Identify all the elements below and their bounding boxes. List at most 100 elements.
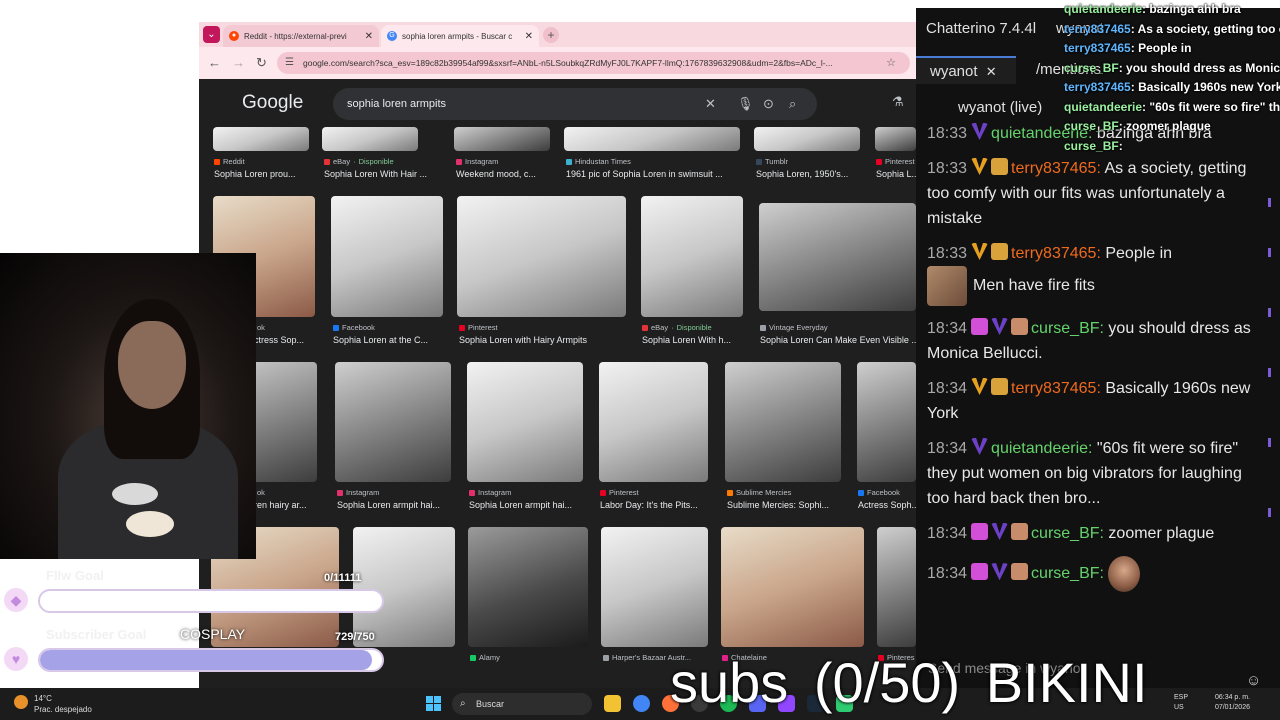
result-image[interactable] [641, 196, 743, 317]
result-title[interactable]: Sophia Loren, 1950's... [756, 169, 866, 179]
site-info-icon[interactable]: ☰ [285, 52, 294, 74]
close-tab-icon[interactable]: ✕ [365, 31, 373, 42]
lens-icon[interactable]: ⊙ [763, 96, 774, 112]
clock-date: 07/01/2026 [1214, 704, 1250, 711]
language-indicator[interactable]: ESP US [1174, 693, 1188, 713]
follow-goal-bar [38, 589, 384, 613]
username[interactable]: quietandeerie [991, 440, 1088, 457]
tab-reddit[interactable]: ● Reddit - https://external-previ ✕ [223, 25, 379, 47]
vip-badge-icon [971, 438, 989, 455]
result-title[interactable]: Sophia Loren with Hairy Armpits [459, 335, 629, 345]
result-title[interactable]: Actress Soph... [858, 500, 916, 510]
result-title[interactable]: Sophia Loren prou... [214, 169, 314, 179]
forward-icon[interactable]: → [232, 55, 245, 70]
result-image[interactable] [725, 362, 841, 482]
follow-goal-label: Fllw Goal [46, 568, 104, 583]
result-image[interactable] [759, 203, 916, 311]
pinterest-icon [876, 158, 882, 165]
result-title[interactable]: Sophia Loren at the C... [333, 335, 445, 345]
clock-time: 06:34 p. m. [1214, 694, 1250, 701]
pinterest-icon [600, 489, 606, 496]
overlay-message: curse_BF: you should dress as Monica Bel… [1064, 60, 1280, 75]
result-source: Hindustan Times [566, 157, 631, 166]
instagram-icon [337, 489, 343, 496]
close-tab-icon[interactable]: ✕ [525, 31, 533, 42]
result-image[interactable] [335, 362, 451, 482]
result-title[interactable]: Sophia Loren With h... [642, 335, 746, 345]
result-title[interactable]: Weekend mood, c... [456, 169, 556, 179]
clock[interactable]: 06:34 p. m. 07/01/2026 [1208, 693, 1250, 713]
search-icon[interactable]: ⌕ [789, 96, 796, 112]
google-logo[interactable]: Google [242, 92, 303, 114]
result-image[interactable] [468, 527, 588, 647]
webcam-cup [126, 511, 174, 537]
taskbar-search[interactable]: ⌕ Buscar [452, 693, 592, 715]
chat-message[interactable]: 18:34 curse_BF: zoomer plague [927, 521, 1261, 546]
overlay-message: terry837465: As a society, getting too c… [1064, 21, 1280, 36]
result-image[interactable] [721, 527, 864, 647]
result-image[interactable] [599, 362, 708, 482]
result-image[interactable] [457, 196, 626, 317]
chat-message[interactable]: 18:33 terry837465: People in Men have fir… [927, 241, 1261, 306]
subscriber-badge-icon [971, 523, 989, 540]
username[interactable]: curse_BF [1031, 525, 1099, 542]
result-title[interactable]: Labor Day: It's the Pits... [600, 500, 710, 510]
tab-wyanot[interactable]: wyanot ✕ [916, 56, 1016, 84]
result-image[interactable] [331, 196, 443, 317]
result-title[interactable]: Sophia Loren Can Make Even Visible ... [760, 335, 916, 345]
scroll-marker [1268, 438, 1271, 447]
facebook-icon [333, 324, 339, 331]
new-tab-button[interactable]: + [543, 27, 559, 43]
back-icon[interactable]: ← [208, 55, 221, 70]
sub-goal-bar [38, 648, 384, 672]
clear-icon[interactable]: ✕ [705, 96, 716, 112]
result-title[interactable]: Sophia Loren armpit hai... [469, 500, 585, 510]
search-input[interactable] [347, 88, 687, 120]
result-title[interactable]: Sophia Loren With Hair ... [324, 169, 444, 179]
result-image[interactable] [467, 362, 583, 482]
file-explorer-icon[interactable] [604, 695, 621, 712]
result-source: Facebook [858, 488, 900, 497]
result-image[interactable] [857, 362, 916, 482]
emoji-icon[interactable]: ☺ [1246, 672, 1261, 689]
tab-google-search[interactable]: G sophia loren armpits - Buscar c ✕ [381, 25, 539, 47]
reload-icon[interactable]: ↻ [256, 55, 267, 71]
result-image[interactable] [877, 527, 916, 647]
result-title[interactable]: Sublime Mercies: Sophi... [727, 500, 843, 510]
bookmark-star-icon[interactable]: ☆ [886, 52, 896, 74]
result-title[interactable]: Sophia Loren armpit hai... [337, 500, 453, 510]
harpers-bazaar-icon [603, 654, 609, 661]
result-image[interactable] [875, 127, 916, 151]
labs-icon[interactable]: ⚗ [892, 94, 904, 110]
result-title[interactable]: 1961 pic of Sophia Loren in swimsuit ... [566, 169, 746, 179]
chat-message[interactable]: 18:34 quietandeerie: "60s fit were so fir… [927, 436, 1261, 511]
chat-message[interactable]: 18:34 curse_BF: [927, 556, 1261, 592]
result-title[interactable]: ren hairy ar... [254, 500, 324, 510]
tab-search-button[interactable]: ⌄ [203, 26, 220, 43]
address-bar[interactable]: ☰ google.com/search?sca_esv=189c82b39954… [277, 52, 910, 74]
webcam-shirt-print [112, 483, 158, 505]
result-image[interactable] [213, 127, 309, 151]
result-image[interactable] [564, 127, 740, 151]
username[interactable]: terry837465 [1011, 380, 1096, 397]
username[interactable]: curse_BF [1031, 320, 1099, 337]
result-title[interactable]: Sophia L... [876, 169, 916, 179]
windows-start-icon[interactable] [426, 696, 441, 711]
result-image[interactable] [601, 527, 708, 647]
subscriber-badge-icon [971, 563, 989, 581]
microphone-icon[interactable]: 🎙 [737, 96, 754, 112]
result-source: Instagram [456, 157, 498, 166]
username[interactable]: terry837465 [1011, 160, 1096, 177]
result-image[interactable] [322, 127, 418, 151]
close-tab-icon[interactable]: ✕ [986, 64, 997, 79]
result-image[interactable] [754, 127, 860, 151]
chrome-icon[interactable] [633, 695, 650, 712]
chat-message[interactable]: 18:34 curse_BF: you should dress as Monic… [927, 316, 1261, 366]
result-image[interactable] [454, 127, 550, 151]
username[interactable]: terry837465 [1011, 245, 1096, 262]
username[interactable]: curse_BF [1031, 565, 1099, 582]
result-image[interactable] [353, 527, 455, 647]
result-title[interactable]: ctress Sop... [254, 335, 324, 345]
chat-message[interactable]: 18:34 terry837465: Basically 1960s new Yo… [927, 376, 1261, 426]
chat-message[interactable]: 18:33 terry837465: As a society, getting … [927, 156, 1261, 231]
